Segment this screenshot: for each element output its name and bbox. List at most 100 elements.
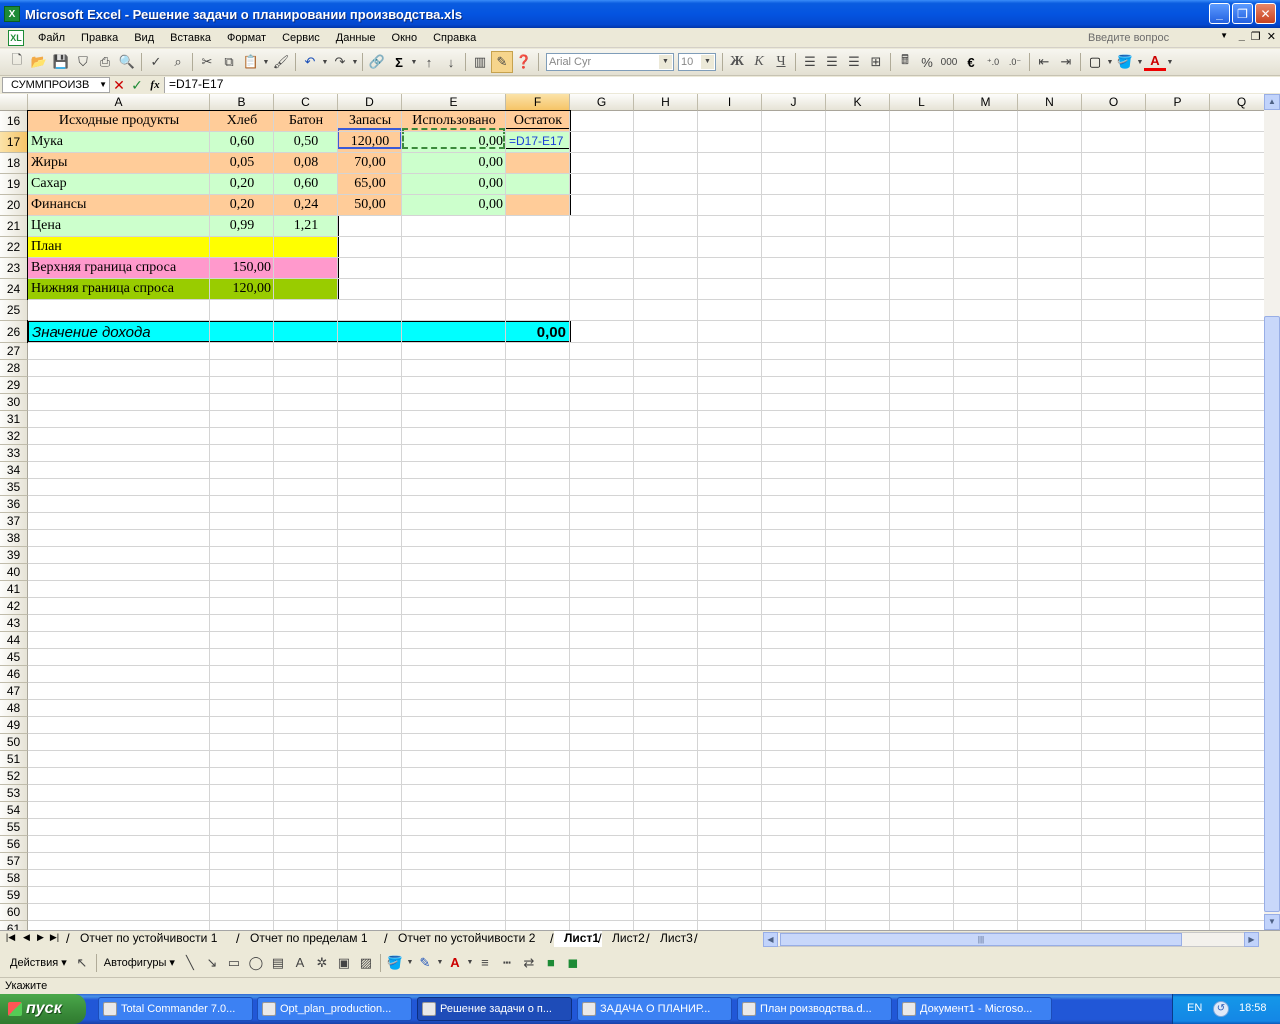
spelling-icon[interactable]: ✓ [145,51,167,73]
3d-style-icon[interactable]: ◼ [562,952,584,974]
sheet-tab-5[interactable]: Лист3 [650,931,698,947]
scroll-right-icon[interactable]: ▶ [1244,932,1259,947]
wordart-icon[interactable]: A [289,952,311,974]
ask-dropdown-icon[interactable]: ▼ [1220,31,1228,40]
taskbar-button-5[interactable]: Документ1 - Microso... [897,997,1052,1021]
row-header-39[interactable]: 39 [0,547,28,564]
formula-input[interactable]: =D17-E17 [164,77,1280,93]
row-header-20[interactable]: 20 [0,195,28,216]
sheet-tab-3[interactable]: Лист1 [554,931,602,947]
row-header-52[interactable]: 52 [0,768,28,785]
row-header-48[interactable]: 48 [0,700,28,717]
network-icon[interactable]: ↺ [1213,1001,1229,1017]
row-header-61[interactable]: 61 [0,921,28,930]
cell-a21[interactable]: Цена [28,215,211,237]
cell-b23[interactable]: 150,00 [210,257,275,279]
autosum-dropdown-icon[interactable]: ▼ [410,59,418,66]
cell-c16[interactable]: Батон [274,110,339,132]
row-header-59[interactable]: 59 [0,887,28,904]
align-left-icon[interactable]: ☰ [799,51,821,73]
print-preview-icon[interactable]: 🔍 [116,51,138,73]
row-header-33[interactable]: 33 [0,445,28,462]
cell-b22[interactable] [210,236,275,258]
row-header-50[interactable]: 50 [0,734,28,751]
copy-icon[interactable]: ⧉ [218,51,240,73]
currency-icon[interactable]: 🖩 [894,51,916,73]
row-header-41[interactable]: 41 [0,581,28,598]
row-header-19[interactable]: 19 [0,174,28,195]
underline-button[interactable]: Ч [770,51,792,73]
clip-art-icon[interactable]: ▣ [333,952,355,974]
sheet-tab-2[interactable]: Отчет по устойчивости 2 [388,931,554,947]
row-header-24[interactable]: 24 [0,279,28,300]
paste-dropdown-icon[interactable]: ▼ [262,59,270,66]
cell-a20[interactable]: Финансы [28,194,211,216]
permission-icon[interactable]: ⛉ [72,51,94,73]
rectangle-icon[interactable]: ▭ [223,952,245,974]
cell-a16[interactable]: Исходные продукты [28,110,211,132]
cut-icon[interactable]: ✂ [196,51,218,73]
row-header-54[interactable]: 54 [0,802,28,819]
font-color-dropdown-icon[interactable]: ▼ [1166,59,1174,66]
line-color-dropdown-icon[interactable]: ▼ [436,959,444,966]
cell-c19[interactable]: 0,60 [274,173,339,195]
font-size-dropdown-icon[interactable]: ▼ [701,55,714,69]
menu-item-6[interactable]: Данные [328,32,384,44]
decrease-indent-icon[interactable]: ⇤ [1033,51,1055,73]
new-icon[interactable]: 🗋 [6,51,28,73]
row-header-46[interactable]: 46 [0,666,28,683]
save-icon[interactable]: 💾 [50,51,72,73]
cell-c23[interactable] [274,257,339,279]
horizontal-scroll-thumb[interactable]: ||| [780,933,1182,946]
bold-button[interactable]: Ж [726,51,748,73]
fill-color-icon[interactable]: 🪣 [1114,51,1136,73]
scroll-left-icon[interactable]: ◀ [763,932,778,947]
row-header-36[interactable]: 36 [0,496,28,513]
menu-item-0[interactable]: Файл [30,32,73,44]
row-header-53[interactable]: 53 [0,785,28,802]
menu-item-7[interactable]: Окно [384,32,426,44]
language-indicator[interactable]: EN [1187,1002,1202,1014]
row-header-23[interactable]: 23 [0,258,28,279]
chart-wizard-icon[interactable]: ▥ [469,51,491,73]
fill-color-dropdown-icon[interactable]: ▼ [1136,59,1144,66]
scroll-down-icon[interactable]: ▼ [1264,914,1280,930]
increase-indent-icon[interactable]: ⇥ [1055,51,1077,73]
help-icon[interactable]: ❓ [513,51,535,73]
row-header-47[interactable]: 47 [0,683,28,700]
row-header-57[interactable]: 57 [0,853,28,870]
row-header-25[interactable]: 25 [0,300,28,321]
column-header-N[interactable]: N [1018,94,1082,111]
doc-restore-icon[interactable]: ❐ [1251,30,1261,43]
research-icon[interactable]: ⌕ [167,51,189,73]
cell-c24[interactable] [274,278,339,300]
workbook-icon[interactable]: XL [8,29,24,46]
doc-minimize-icon[interactable]: _ [1239,30,1245,43]
draw-actions-menu[interactable]: Действия ▾ [6,956,71,969]
vertical-scrollbar[interactable]: ▲ ▼ [1264,94,1280,930]
cell-c17[interactable]: 0,50 [274,131,339,153]
merge-center-icon[interactable]: ⊞ [865,51,887,73]
open-icon[interactable]: 📂 [28,51,50,73]
increase-decimal-icon[interactable]: ⁺.0 [982,51,1004,73]
draw-font-color-icon[interactable]: A [444,952,466,974]
cell-c18[interactable]: 0,08 [274,152,339,174]
cell-b17[interactable]: 0,60 [210,131,275,153]
align-center-icon[interactable]: ☰ [821,51,843,73]
row-header-45[interactable]: 45 [0,649,28,666]
row-header-49[interactable]: 49 [0,717,28,734]
row-header-43[interactable]: 43 [0,615,28,632]
shadow-icon[interactable]: ■ [540,952,562,974]
menu-item-1[interactable]: Правка [73,32,126,44]
vertical-scroll-thumb[interactable] [1264,316,1280,912]
cell-b20[interactable]: 0,20 [210,194,275,216]
row-header-26[interactable]: 26 [0,321,28,343]
cell-b24[interactable]: 120,00 [210,278,275,300]
column-header-A[interactable]: A [28,94,210,111]
excel-app-icon[interactable]: X [4,6,20,22]
row-header-44[interactable]: 44 [0,632,28,649]
column-header-H[interactable]: H [634,94,698,111]
cell-c21[interactable]: 1,21 [274,215,339,237]
row-header-34[interactable]: 34 [0,462,28,479]
column-header-L[interactable]: L [890,94,954,111]
